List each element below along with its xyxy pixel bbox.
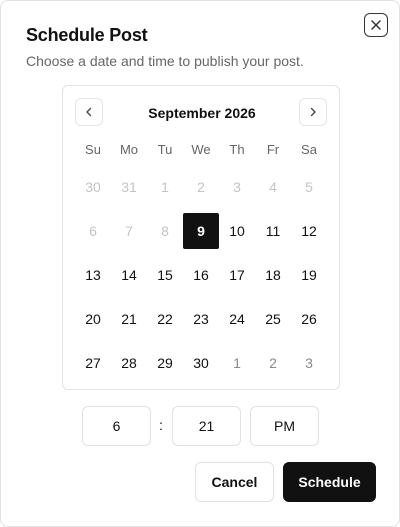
schedule-post-dialog: Schedule Post Choose a date and time to …: [0, 0, 400, 527]
hour-input[interactable]: 6: [82, 406, 151, 446]
am-pm-toggle[interactable]: PM: [250, 406, 319, 446]
day-number: 1: [233, 355, 241, 371]
date-picker-calendar: September 2026 Su Mo Tu We Th Fr Sa 30 31 1 2 3 4 5 6…: [62, 85, 340, 390]
day-cell[interactable]: 16: [183, 253, 219, 297]
day-cell[interactable]: 14: [111, 253, 147, 297]
day-cell[interactable]: 28: [111, 341, 147, 385]
day-cell[interactable]: 20: [75, 297, 111, 341]
day-number: 6: [89, 223, 97, 239]
day-cell[interactable]: 17: [219, 253, 255, 297]
day-cell[interactable]: 11: [255, 209, 291, 253]
selected-day[interactable]: 9: [183, 209, 219, 253]
day-cell[interactable]: 2: [255, 341, 291, 385]
day-number: 24: [229, 311, 245, 327]
day-cell: 7: [111, 209, 147, 253]
day-cell[interactable]: 12: [291, 209, 327, 253]
day-number: 3: [305, 355, 313, 371]
weekday-label: We: [191, 142, 211, 157]
schedule-button[interactable]: Schedule: [283, 462, 376, 502]
day-cell[interactable]: 13: [75, 253, 111, 297]
dialog-subtitle: Choose a date and time to publish your p…: [26, 53, 304, 69]
day-number: 14: [121, 267, 137, 283]
day-cell: 2: [183, 165, 219, 209]
weekday-label: Sa: [301, 142, 317, 157]
day-number: 19: [301, 267, 317, 283]
minute-input[interactable]: 21: [172, 406, 241, 446]
day-number: 4: [269, 179, 277, 195]
day-cell: 4: [255, 165, 291, 209]
day-cell[interactable]: 25: [255, 297, 291, 341]
cancel-button[interactable]: Cancel: [195, 462, 274, 502]
day-cell[interactable]: 26: [291, 297, 327, 341]
day-cell[interactable]: 23: [183, 297, 219, 341]
weekday-label: Fr: [266, 142, 280, 157]
day-number: 16: [193, 267, 209, 283]
day-cell: 30: [75, 165, 111, 209]
day-cell[interactable]: 21: [111, 297, 147, 341]
weekday-label: Su: [85, 142, 101, 157]
day-number: 30: [193, 355, 209, 371]
day-cell: 1: [147, 165, 183, 209]
day-cell[interactable]: 10: [219, 209, 255, 253]
day-cell[interactable]: 19: [291, 253, 327, 297]
day-number: 17: [229, 267, 245, 283]
day-number: 30: [85, 179, 101, 195]
weekday-label: Tu: [157, 142, 173, 157]
day-number: 10: [229, 223, 245, 239]
day-number: 31: [121, 179, 137, 195]
day-number: 9: [183, 213, 219, 249]
close-button[interactable]: [364, 13, 388, 37]
day-cell: 5: [291, 165, 327, 209]
day-cell[interactable]: 1: [219, 341, 255, 385]
day-number: 25: [265, 311, 281, 327]
day-number: 22: [157, 311, 173, 327]
dialog-title: Schedule Post: [26, 25, 148, 45]
day-number: 7: [125, 223, 133, 239]
weekday-label: Mo: [119, 142, 139, 157]
day-number: 23: [193, 311, 209, 327]
chevron-right-icon: [310, 107, 316, 117]
weekday-label: Th: [229, 142, 245, 157]
day-number: 3: [233, 179, 241, 195]
day-number: 1: [161, 179, 169, 195]
time-picker: 6 : 21 PM: [1, 406, 400, 446]
weekday-header: Su Mo Tu We Th Fr Sa: [75, 142, 327, 157]
day-cell: 6: [75, 209, 111, 253]
x-icon: [371, 20, 381, 30]
day-number: 18: [265, 267, 281, 283]
day-number: 29: [157, 355, 173, 371]
day-number: 2: [269, 355, 277, 371]
day-cell: 8: [147, 209, 183, 253]
day-number: 5: [305, 179, 313, 195]
next-month-button[interactable]: [299, 98, 327, 126]
day-cell[interactable]: 24: [219, 297, 255, 341]
day-number: 27: [85, 355, 101, 371]
day-cell: 3: [219, 165, 255, 209]
day-cell[interactable]: 29: [147, 341, 183, 385]
day-number: 21: [121, 311, 137, 327]
day-number: 12: [301, 223, 317, 239]
day-number: 2: [197, 179, 205, 195]
day-cell[interactable]: 18: [255, 253, 291, 297]
day-cell[interactable]: 22: [147, 297, 183, 341]
day-number: 26: [301, 311, 317, 327]
day-number: 11: [265, 223, 281, 239]
day-cell[interactable]: 3: [291, 341, 327, 385]
time-separator: :: [159, 417, 163, 433]
day-cell: 31: [111, 165, 147, 209]
day-grid: 30 31 1 2 3 4 5 6 7 8 9 10 11 12 13 14 15 16 17 18 19 20 21 22 2…: [75, 165, 327, 385]
day-number: 8: [161, 223, 169, 239]
day-number: 13: [85, 267, 101, 283]
day-cell[interactable]: 27: [75, 341, 111, 385]
day-cell[interactable]: 30: [183, 341, 219, 385]
day-number: 28: [121, 355, 137, 371]
day-number: 15: [157, 267, 173, 283]
day-cell[interactable]: 15: [147, 253, 183, 297]
day-number: 20: [85, 311, 101, 327]
